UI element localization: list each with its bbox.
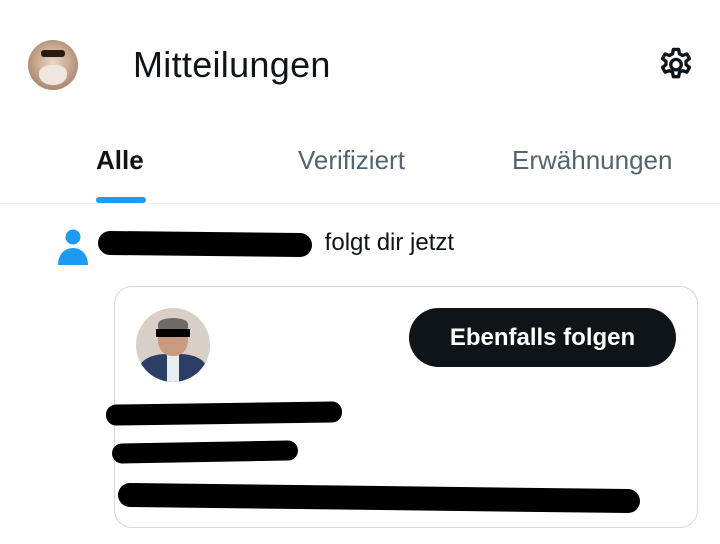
tab-verifiziert[interactable]: Verifiziert [298,130,405,204]
avatar-eye-censor-bar [156,329,190,337]
page-title: Mitteilungen [133,44,331,85]
tabs-divider [0,203,720,204]
tab-erwaehnungen[interactable]: Erwähnungen [512,130,672,204]
follow-back-label: Ebenfalls folgen [449,323,636,351]
tab-bar: Alle Verifiziert Erwähnungen [0,130,720,204]
notifications-page: Mitteilungen Alle Verifiziert Erwähnunge… [0,0,720,544]
avatar-beard [39,65,67,85]
tab-verifiziert-label: Verifiziert [298,145,405,175]
settings-button[interactable] [652,42,700,90]
redaction-bar-follower-name [97,230,313,258]
redaction-bar-user-name [105,401,343,426]
avatar-shirt [167,354,179,382]
redaction-bar-user-handle [111,440,299,464]
avatar-glasses [41,50,65,57]
header: Mitteilungen [0,0,720,130]
notification-action: folgt dir jetzt [324,229,455,256]
profile-avatar[interactable] [28,40,78,90]
follow-back-button[interactable]: Ebenfalls folgen [409,308,676,367]
user-card-avatar[interactable] [136,308,210,382]
tab-erwaehnungen-label: Erwähnungen [512,145,673,175]
tab-alle-label: Alle [96,145,144,175]
tab-alle[interactable]: Alle [96,130,144,204]
person-icon [58,229,88,265]
gear-icon [660,47,692,79]
